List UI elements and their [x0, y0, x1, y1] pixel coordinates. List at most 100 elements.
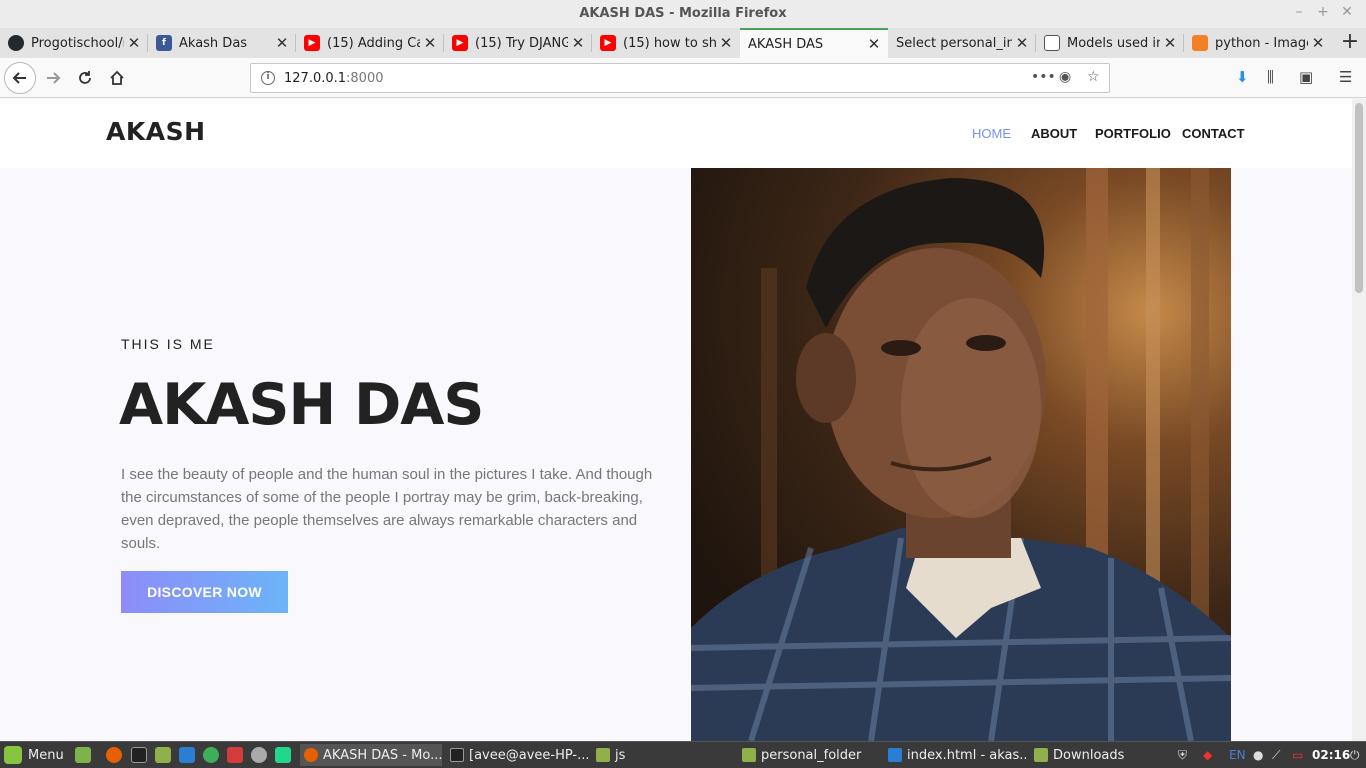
start-menu-button[interactable]: Menu [4, 746, 64, 764]
scrollbar-thumb[interactable] [1355, 103, 1363, 293]
close-tab-icon[interactable]: ✕ [716, 34, 736, 52]
home-icon [110, 70, 124, 85]
chrome-launcher-icon[interactable] [203, 747, 219, 763]
hamburger-menu-icon[interactable]: ☰ [1339, 68, 1352, 86]
nav-about[interactable]: ABOUT [1031, 126, 1077, 141]
close-tab-icon[interactable]: ✕ [272, 34, 292, 52]
site-header: AKASH HOME ABOUT PORTFOLIO CONTACT [0, 99, 1352, 168]
clock[interactable]: 02:16 [1312, 748, 1350, 762]
tab-title: AKASH DAS [748, 36, 824, 52]
stackoverflow-icon [1192, 35, 1208, 51]
mint-logo-icon [4, 746, 22, 764]
minimize-icon[interactable]: – [1290, 4, 1308, 20]
forward-arrow-icon [47, 72, 61, 84]
power-icon[interactable]: ⏻ [1350, 748, 1360, 763]
hero-description: I see the beauty of people and the human… [121, 466, 653, 552]
task-folder-downloads[interactable]: Downloads [1030, 744, 1172, 766]
nav-contact[interactable]: CONTACT [1182, 126, 1245, 141]
close-tab-icon[interactable]: ✕ [1308, 34, 1328, 52]
close-tab-icon[interactable]: ✕ [420, 34, 440, 52]
tab-models[interactable]: Models used in ✕ [1036, 28, 1184, 58]
vscode-launcher-icon[interactable] [179, 747, 195, 763]
task-terminal[interactable]: [avee@avee-HP-... [446, 744, 588, 766]
tab-select-personal-info[interactable]: Select personal_info ✕ [888, 28, 1036, 58]
back-arrow-icon [12, 72, 26, 84]
close-tab-icon[interactable]: ✕ [1160, 34, 1180, 52]
files-launcher-icon[interactable] [155, 747, 171, 763]
window-title: AKASH DAS - Mozilla Firefox [579, 6, 787, 21]
firefox-launcher-icon[interactable] [106, 747, 122, 763]
site-logo[interactable]: AKASH [106, 117, 206, 146]
tab-title: (15) how to sho [623, 35, 716, 51]
close-window-icon[interactable]: ✕ [1338, 4, 1356, 20]
hero-section: THIS IS ME AKASH DAS I see the beauty of… [0, 168, 1352, 741]
show-desktop-icon[interactable] [75, 747, 91, 763]
user-icon[interactable]: ● [1253, 748, 1263, 762]
tab-youtube-2[interactable]: ▶ (15) Try DJANG ✕ [444, 28, 592, 58]
sidebar-icon[interactable]: ▣ [1299, 68, 1313, 86]
shield-icon[interactable]: ⛨ [1178, 748, 1187, 763]
youtube-icon: ▶ [600, 35, 616, 51]
tab-strip: Progotischool/r ✕ f Akash Das ✕ ▶ (15) A… [0, 28, 1366, 58]
close-tab-icon[interactable]: ✕ [124, 34, 144, 52]
close-tab-icon[interactable]: ✕ [1012, 34, 1032, 52]
update-icon[interactable]: ◆ [1203, 748, 1212, 762]
battery-icon[interactable]: ▭ [1292, 748, 1303, 762]
task-folder-personal[interactable]: personal_folder [738, 744, 880, 766]
tab-facebook[interactable]: f Akash Das ✕ [148, 28, 296, 58]
tab-youtube-1[interactable]: ▶ (15) Adding Cat ✕ [296, 28, 444, 58]
keyboard-layout[interactable]: EN [1229, 748, 1246, 762]
home-button[interactable] [102, 62, 132, 94]
tab-github[interactable]: Progotischool/r ✕ [0, 28, 148, 58]
tab-title: Progotischool/r [31, 35, 124, 51]
library-icon[interactable]: ⫼ [1267, 68, 1274, 86]
window-titlebar: AKASH DAS - Mozilla Firefox – + ✕ [0, 0, 1366, 28]
back-button[interactable] [4, 62, 36, 94]
folder-icon [1034, 748, 1048, 762]
nav-portfolio[interactable]: PORTFOLIO [1095, 126, 1171, 141]
tab-stackoverflow[interactable]: python - Image ✕ [1184, 28, 1332, 58]
app-launcher-icon[interactable] [227, 747, 243, 763]
site-info-icon[interactable]: i [261, 71, 275, 85]
hero-eyebrow: THIS IS ME [121, 336, 215, 352]
start-menu-label: Menu [28, 747, 64, 763]
bookmark-star-icon[interactable]: ☆ [1087, 69, 1100, 85]
url-text[interactable]: 127.0.0.1:8000 [284, 71, 384, 86]
nav-home[interactable]: HOME [972, 126, 1011, 141]
youtube-icon: ▶ [304, 35, 320, 51]
url-bar[interactable]: i 127.0.0.1:8000 ••• ◉ ☆ [250, 63, 1110, 93]
page-viewport: AKASH HOME ABOUT PORTFOLIO CONTACT THIS … [0, 99, 1352, 741]
portrait-photo [691, 168, 1231, 741]
task-firefox[interactable]: AKASH DAS - Mo... [300, 744, 442, 766]
pocket-icon[interactable]: ◉ [1059, 69, 1071, 85]
reload-icon [79, 71, 91, 84]
discover-now-button[interactable]: DISCOVER NOW [121, 571, 288, 613]
tab-title: (15) Adding Cat [327, 35, 420, 51]
facebook-icon: f [156, 35, 172, 51]
reload-button[interactable] [70, 62, 100, 94]
tab-title: Models used in [1067, 35, 1160, 51]
pycharm-launcher-icon[interactable] [275, 747, 291, 763]
tab-title: python - Image [1215, 35, 1308, 51]
close-tab-icon[interactable]: ✕ [864, 35, 884, 53]
page-actions-icon[interactable]: ••• [1031, 69, 1056, 85]
hero-title: AKASH DAS [119, 372, 484, 438]
navigation-toolbar: i 127.0.0.1:8000 ••• ◉ ☆ ⬇ ⫼ ▣ ☰ [0, 58, 1366, 98]
folder-icon [742, 748, 756, 762]
new-tab-button[interactable]: + [1336, 28, 1364, 58]
maximize-icon[interactable]: + [1314, 4, 1332, 20]
network-icon[interactable]: ⟋ [1272, 748, 1280, 763]
forward-button[interactable] [38, 62, 68, 94]
database-launcher-icon[interactable] [251, 747, 267, 763]
task-vscode[interactable]: index.html - akas... [884, 744, 1026, 766]
terminal-launcher-icon[interactable] [131, 747, 147, 763]
folder-icon [596, 748, 610, 762]
close-tab-icon[interactable]: ✕ [568, 34, 588, 52]
task-folder-js[interactable]: js [592, 744, 734, 766]
document-icon [1044, 35, 1060, 51]
page-scrollbar[interactable] [1352, 99, 1366, 741]
terminal-icon [450, 748, 464, 762]
download-icon[interactable]: ⬇ [1236, 68, 1249, 86]
tab-youtube-3[interactable]: ▶ (15) how to sho ✕ [592, 28, 740, 58]
tab-akash-das-active[interactable]: AKASH DAS ✕ [740, 28, 888, 58]
